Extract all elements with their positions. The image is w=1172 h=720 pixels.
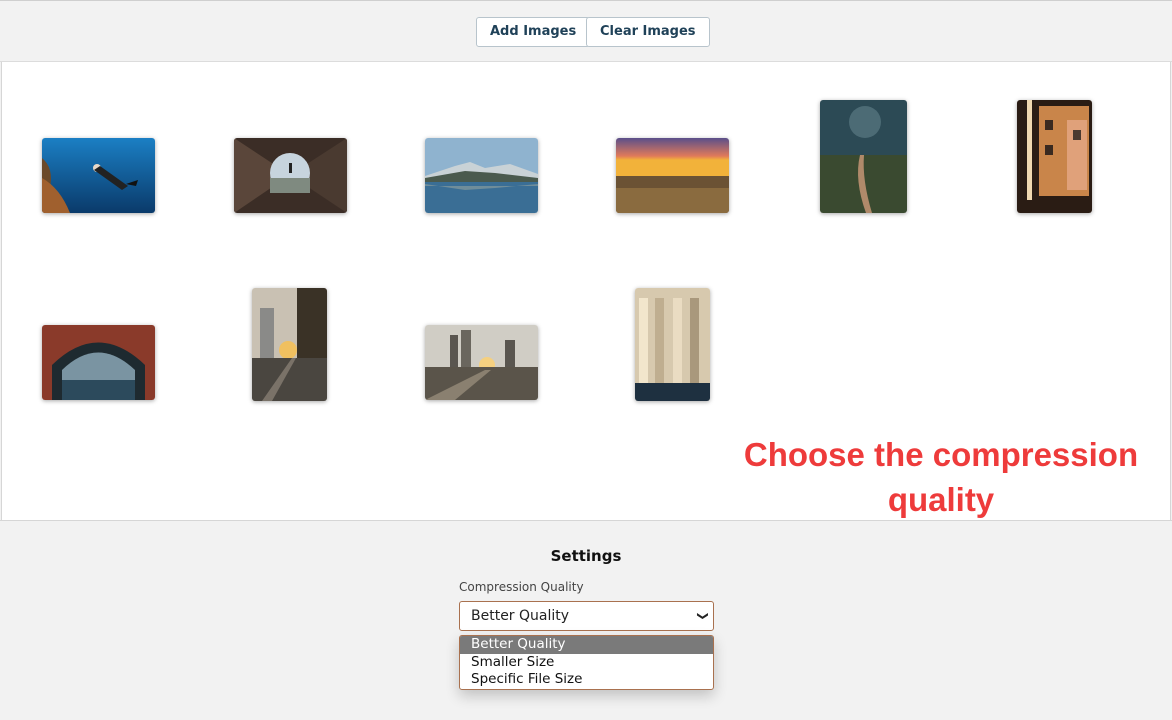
clear-images-button[interactable]: Clear Images — [586, 17, 710, 47]
option-smaller-size[interactable]: Smaller Size — [460, 654, 713, 672]
image-thumbnail-classic-building[interactable] — [635, 288, 710, 401]
annotation-line-2: quality — [887, 481, 995, 518]
image-thumbnail-sunset-field[interactable] — [616, 138, 729, 213]
compression-quality-select[interactable]: Better Quality ❯ — [459, 601, 714, 631]
add-images-button[interactable]: Add Images — [476, 17, 591, 47]
annotation-text: Choose the compression quality — [732, 432, 1150, 522]
image-thumbnail-storm-path[interactable] — [820, 100, 907, 213]
annotation-line-1: Choose the compression — [743, 436, 1139, 473]
option-better-quality[interactable]: Better Quality — [460, 636, 713, 654]
chevron-down-icon: ❯ — [696, 611, 710, 621]
settings-panel: Settings Compression Quality Better Qual… — [0, 520, 1172, 720]
compression-quality-label: Compression Quality — [459, 580, 584, 594]
image-thumbnail-building-alley[interactable] — [1017, 100, 1092, 213]
image-thumbnail-tent[interactable] — [234, 138, 347, 213]
settings-title: Settings — [550, 547, 622, 565]
option-specific-file-size[interactable]: Specific File Size — [460, 671, 713, 689]
image-thumbnail-mountain-lake[interactable] — [425, 138, 538, 213]
image-thumbnail-diver[interactable] — [42, 138, 155, 213]
compression-quality-options: Better Quality Smaller Size Specific Fil… — [459, 635, 714, 690]
image-thumbnail-skyline-sunrise[interactable] — [425, 325, 538, 400]
image-thumbnail-arch-canal[interactable] — [42, 325, 155, 400]
image-thumbnail-city-street[interactable] — [252, 288, 327, 401]
toolbar: Add Images Clear Images — [0, 0, 1172, 62]
select-value: Better Quality — [471, 608, 570, 624]
